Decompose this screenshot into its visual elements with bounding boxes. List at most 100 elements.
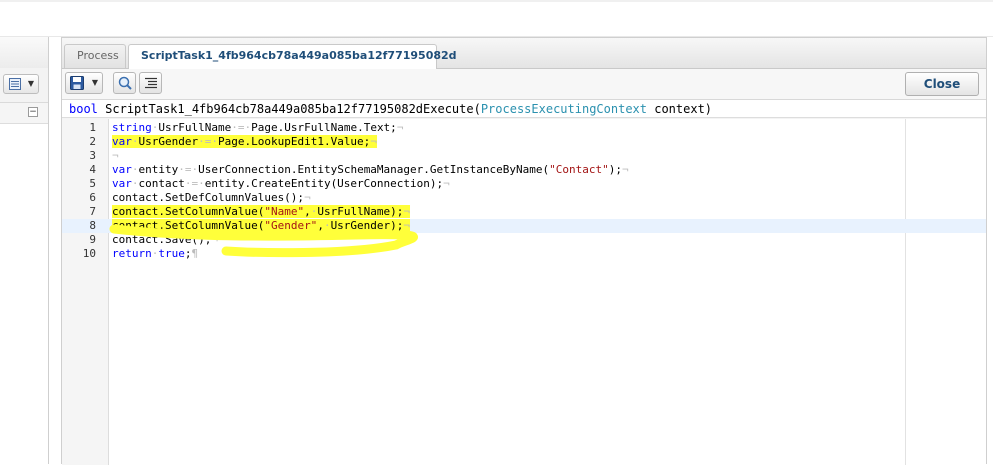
code-line[interactable]: 1 string·UsrFullName·=·Page.UsrFullName.T… [62, 121, 986, 135]
line-number: 4 [89, 163, 96, 176]
code-token: ·=· [184, 177, 205, 190]
editor-toolbar: ▼ Close [62, 69, 986, 100]
code-token: ; [184, 247, 192, 260]
left-panel-row: − [0, 103, 48, 124]
left-panel: ▼ − [0, 37, 49, 464]
code-token: ¬ [112, 149, 119, 162]
code-line[interactable]: 8 contact.SetColumnValue("Gender",·UsrGen… [62, 219, 986, 233]
code-token: "Name" [264, 205, 305, 218]
code-line[interactable]: 9 contact.Save();¬ [62, 233, 986, 247]
code-lines: 1 string·UsrFullName·=·Page.UsrFullName.T… [62, 121, 986, 261]
code-token: contact.Save(); [112, 233, 212, 246]
code-token: contact.SetColumnValue( [112, 205, 265, 218]
param-rest: context) [647, 102, 713, 116]
code-token: ·=· [231, 121, 252, 134]
line-number: 8 [89, 219, 96, 232]
code-token: UsrGender [138, 135, 199, 148]
search-icon [118, 76, 132, 90]
code-token: ¬ [370, 135, 377, 148]
code-line[interactable]: 10 return·true;¶ [62, 247, 986, 261]
line-number: 10 [82, 247, 96, 260]
code-text: contact.SetColumnValue("Name",·UsrFullNa… [112, 205, 411, 219]
save-button[interactable]: ▼ [65, 72, 103, 94]
return-type: bool [69, 102, 98, 116]
code-text: ¬ [112, 149, 119, 163]
code-token: , [317, 219, 324, 232]
code-token: var [112, 163, 132, 176]
tab-script-task[interactable]: ScriptTask1_4fb964cb78a449a085ba12f77195… [128, 44, 457, 69]
code-token: ·=· [178, 163, 199, 176]
code-token: UsrFullName [158, 121, 232, 134]
code-token: "Contact" [549, 163, 609, 176]
tab-process[interactable]: Process [64, 44, 126, 68]
code-line[interactable]: 3 ¬ [62, 149, 986, 163]
code-token: ¬ [396, 121, 404, 134]
code-line[interactable]: 2 var·UsrGender·=·Page.LookupEdit1.Value;… [62, 135, 986, 149]
code-token: ); [608, 163, 622, 176]
code-token: , [304, 205, 311, 218]
line-number: 1 [89, 121, 96, 134]
script-editor-pane: Process ScriptTask1_4fb964cb78a449a085ba… [61, 37, 987, 465]
method-signature: bool ScriptTask1_4fb964cb78a449a085ba12f… [62, 100, 986, 118]
code-token: ·=· [198, 135, 218, 148]
code-token: ¬ [403, 219, 411, 232]
code-line[interactable]: 7 contact.SetColumnValue("Name",·UsrFullN… [62, 205, 986, 219]
code-text: var·contact·=·entity.CreateEntity(UserCo… [112, 177, 450, 191]
code-token: ¬ [621, 163, 629, 176]
code-token: ¬ [304, 191, 311, 204]
search-button[interactable] [113, 72, 136, 94]
chevron-down-icon: ▼ [27, 79, 34, 88]
line-number: 3 [89, 149, 96, 162]
code-token: UsrGender); [330, 219, 404, 232]
code-line[interactable]: 4 var·entity·=·UserConnection.EntitySchem… [62, 163, 986, 177]
code-line[interactable]: 5 var·contact·=·entity.CreateEntity(UserC… [62, 177, 986, 191]
code-token: ¬ [211, 233, 218, 246]
grid-view-icon [9, 78, 21, 90]
code-token: "Gender" [264, 219, 318, 232]
code-token: contact [138, 177, 185, 190]
code-token: true [158, 247, 185, 260]
code-token: Page.UsrFullName.Text; [251, 121, 397, 134]
code-text: return·true;¶ [112, 247, 198, 261]
code-text: contact.SetDefColumnValues();¬ [112, 191, 311, 205]
code-line[interactable]: 6 contact.SetDefColumnValues();¬ [62, 191, 986, 205]
code-token: return [112, 247, 152, 260]
code-token: · [131, 163, 139, 176]
method-name: ScriptTask1_4fb964cb78a449a085ba12f77195… [105, 102, 481, 116]
code-text: string·UsrFullName·=·Page.UsrFullName.Te… [112, 121, 403, 135]
code-token: contact.SetDefColumnValues(); [112, 191, 305, 204]
line-number: 7 [89, 205, 96, 218]
code-token: contact.SetColumnValue( [112, 219, 265, 232]
code-text: var·entity·=·UserConnection.EntitySchema… [112, 163, 629, 177]
code-token: ¶ [191, 247, 199, 260]
chevron-down-icon: ▼ [91, 78, 98, 87]
line-number: 5 [89, 177, 96, 190]
code-token: string [112, 121, 152, 134]
left-panel-toolbar: ▼ [0, 68, 48, 103]
code-token: · [131, 135, 139, 148]
code-token: var [112, 135, 132, 148]
code-token: ¬ [403, 205, 411, 218]
code-text: var·UsrGender·=·Page.LookupEdit1.Value;¬ [112, 135, 377, 149]
code-editor[interactable]: 1 string·UsrFullName·=·Page.UsrFullName.T… [62, 119, 986, 465]
code-token: var [112, 177, 132, 190]
code-token: ¬ [443, 177, 450, 190]
tab-strip: Process ScriptTask1_4fb964cb78a449a085ba… [62, 38, 986, 69]
code-token: UserConnection.EntitySchemaManager.GetIn… [198, 163, 550, 176]
code-token: entity.CreateEntity(UserConnection); [204, 177, 444, 190]
code-token: Page.LookupEdit1.Value; [217, 135, 371, 148]
line-number: 2 [89, 135, 96, 148]
left-panel-header [0, 37, 48, 69]
code-text: contact.Save();¬ [112, 233, 218, 247]
code-token: entity [138, 163, 179, 176]
code-token: · [323, 219, 331, 232]
format-code-button[interactable] [139, 72, 162, 94]
collapse-icon[interactable]: − [28, 107, 38, 117]
code-token: UsrFullName); [317, 205, 404, 218]
format-code-icon [145, 77, 157, 89]
save-icon [70, 76, 84, 90]
close-button[interactable]: Close [905, 72, 979, 96]
view-options-button[interactable]: ▼ [3, 74, 39, 94]
param-type: ProcessExecutingContext [480, 102, 647, 116]
code-token: · [131, 177, 139, 190]
